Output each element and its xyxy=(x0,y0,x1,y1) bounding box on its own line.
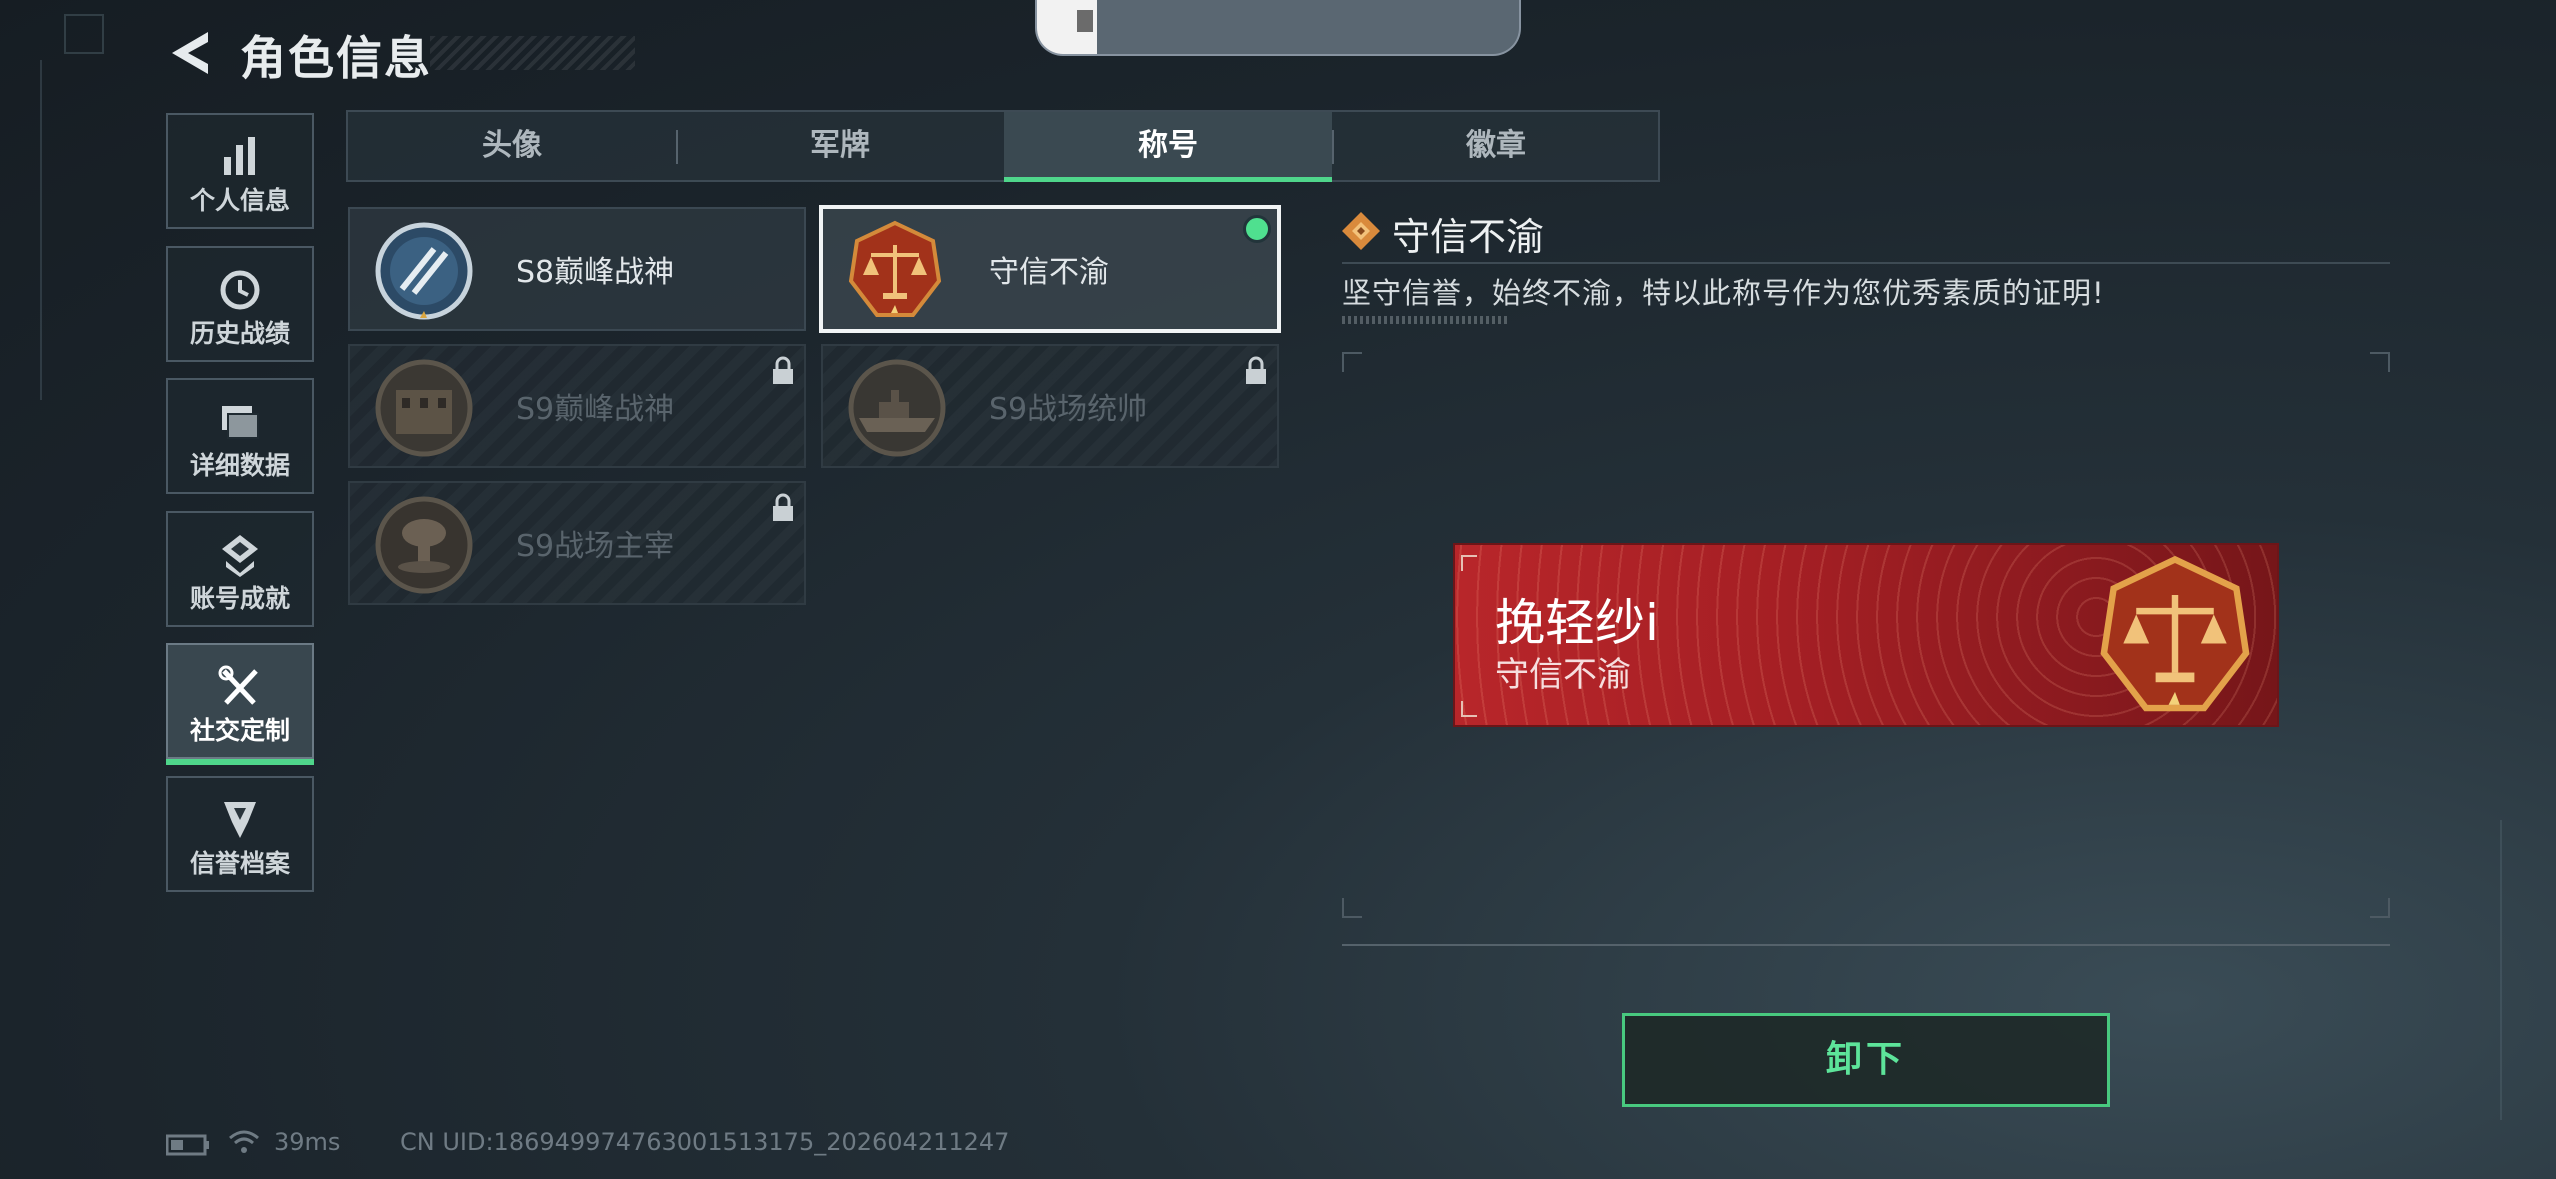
title-card-name: S9巅峰战神 xyxy=(516,392,675,427)
tab-bar: 头像 军牌 称号 徽章 xyxy=(346,110,1660,182)
detail-decoration xyxy=(1342,316,1507,324)
banner-title-text: 守信不渝 xyxy=(1495,655,1631,695)
top-notification-pill[interactable] xyxy=(1035,0,1521,56)
sidebar-item-history[interactable]: 历史战绩 xyxy=(166,246,314,362)
lock-icon xyxy=(773,356,793,384)
equipped-indicator xyxy=(1243,215,1271,243)
sidebar-item-label: 社交定制 xyxy=(189,716,290,745)
sidebar-item-label: 信誉档案 xyxy=(189,849,290,878)
title-card-locked[interactable]: S9战场统帅 xyxy=(821,344,1279,468)
detail-divider xyxy=(1342,262,2390,264)
page-title: 角色信息 xyxy=(240,31,432,85)
sidebar-item-label: 个人信息 xyxy=(189,186,290,215)
tab-avatar[interactable]: 头像 xyxy=(348,112,676,180)
title-card-locked[interactable]: S9战场主宰 xyxy=(348,481,806,605)
title-card-name: S8巅峰战神 xyxy=(516,255,675,290)
back-arrow-icon[interactable] xyxy=(168,28,212,78)
title-card-selected[interactable]: 守信不渝 xyxy=(819,205,1281,333)
battery-icon xyxy=(166,1134,209,1156)
sidebar-item-social-customization[interactable]: 社交定制 xyxy=(166,643,314,765)
decor-line-left xyxy=(40,60,42,400)
title-card[interactable]: S8巅峰战神 xyxy=(348,207,806,331)
building-medal-icon xyxy=(375,359,473,457)
folder-data-icon xyxy=(222,406,259,439)
ping-readout: 39ms xyxy=(274,1128,341,1156)
warship-medal-icon xyxy=(848,359,946,457)
mic-icon xyxy=(1077,10,1093,32)
sidebar-item-label: 历史战绩 xyxy=(189,319,290,348)
tab-badge[interactable]: 徽章 xyxy=(1332,112,1660,180)
title-decoration xyxy=(430,36,635,70)
title-card-name: S9战场主宰 xyxy=(516,529,675,564)
title-card-name: S9战场统帅 xyxy=(989,392,1148,427)
bar-chart-icon xyxy=(224,137,255,175)
detail-title: 守信不渝 xyxy=(1392,215,1545,259)
blue-stripe-medal-icon xyxy=(375,222,473,320)
scales-medal-icon xyxy=(2100,555,2250,712)
sidebar-item-label: 详细数据 xyxy=(189,451,290,480)
clock-history-icon xyxy=(220,270,260,310)
sidebar-item-profile[interactable]: 个人信息 xyxy=(166,113,314,229)
explosion-medal-icon xyxy=(375,496,473,594)
user-uid: CN UID:186949974763001513175_20260421124… xyxy=(400,1128,1010,1156)
preview-bottom-divider xyxy=(1342,944,2390,946)
title-card-locked[interactable]: S9巅峰战神 xyxy=(348,344,806,468)
wifi-icon xyxy=(229,1130,259,1153)
detail-description: 坚守信誉，始终不渝，特以此称号作为您优秀素质的证明! xyxy=(1342,276,2105,310)
sidebar-item-label: 账号成就 xyxy=(189,584,290,613)
banner-player-name: 挽轻纱i xyxy=(1495,594,1659,652)
tab-dog-tag[interactable]: 军牌 xyxy=(676,112,1004,180)
sidebar-item-detailed-data[interactable]: 详细数据 xyxy=(166,378,314,494)
tab-title[interactable]: 称号 xyxy=(1004,112,1332,182)
tools-icon xyxy=(218,665,258,705)
decor-line-right xyxy=(2500,820,2502,1120)
scales-medal-icon xyxy=(848,220,942,317)
credit-shield-icon xyxy=(224,802,256,838)
decor-square xyxy=(64,14,104,54)
achievement-icon xyxy=(222,535,258,577)
lock-icon xyxy=(773,493,793,521)
title-card-name: 守信不渝 xyxy=(989,255,1109,290)
lock-icon xyxy=(1246,356,1266,384)
diamond-title-icon xyxy=(1342,212,1380,250)
sidebar-item-credit-profile[interactable]: 信誉档案 xyxy=(166,776,314,892)
sidebar-item-achievements[interactable]: 账号成就 xyxy=(166,511,314,627)
title-banner-preview: 挽轻纱i 守信不渝 xyxy=(1453,543,2279,727)
unequip-button[interactable]: 卸下 xyxy=(1622,1013,2110,1107)
